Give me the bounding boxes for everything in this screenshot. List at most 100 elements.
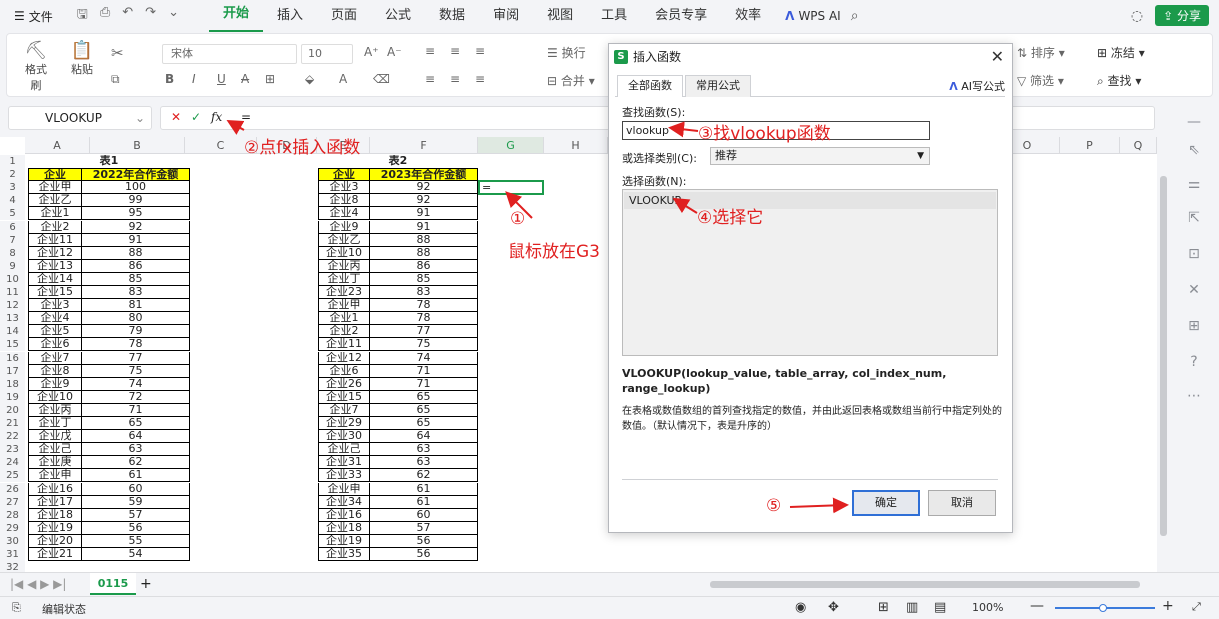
- tab-7[interactable]: 工具: [587, 0, 641, 32]
- cell[interactable]: 企业19: [28, 521, 82, 535]
- row-header[interactable]: 21: [0, 417, 25, 430]
- cell[interactable]: 72: [82, 390, 190, 404]
- cell[interactable]: 79: [82, 325, 190, 339]
- find-button[interactable]: ⌕ 查找 ▾: [1097, 72, 1141, 89]
- cell[interactable]: 64: [82, 430, 190, 444]
- eraser-icon[interactable]: ⌫: [373, 72, 390, 86]
- search-icon[interactable]: ⌕: [851, 8, 859, 24]
- cell[interactable]: 63: [370, 456, 478, 470]
- row-header[interactable]: 2: [0, 168, 25, 182]
- row-header[interactable]: 15: [0, 338, 25, 352]
- zoom-level[interactable]: 100%: [972, 601, 1003, 614]
- cell[interactable]: 59: [82, 495, 190, 509]
- align-middle-icon[interactable]: ≡: [450, 44, 460, 58]
- zoom-slider[interactable]: [1055, 604, 1155, 612]
- row-header[interactable]: 14: [0, 325, 25, 339]
- underline-icon[interactable]: U: [217, 72, 226, 86]
- row-header[interactable]: 26: [0, 482, 25, 496]
- normal-view-icon[interactable]: ⊞: [878, 600, 889, 615]
- row-header[interactable]: 25: [0, 469, 25, 483]
- cell[interactable]: 企业12: [28, 246, 82, 260]
- cell[interactable]: 企业2: [28, 220, 82, 234]
- tab-9[interactable]: 效率: [721, 0, 775, 32]
- cell[interactable]: 61: [82, 469, 190, 483]
- sheet-tab-0115[interactable]: 0115: [90, 573, 136, 595]
- cell[interactable]: 57: [82, 508, 190, 522]
- row-header[interactable]: 17: [0, 364, 25, 378]
- cell[interactable]: 83: [82, 286, 190, 299]
- cell[interactable]: 88: [82, 246, 190, 260]
- border-icon[interactable]: ⊞: [265, 72, 275, 86]
- row-header[interactable]: 20: [0, 403, 25, 417]
- font-color-icon[interactable]: A: [339, 72, 347, 86]
- cell[interactable]: 65: [82, 417, 190, 430]
- cell[interactable]: 86: [82, 259, 190, 273]
- zoom-in-icon[interactable]: +: [1162, 598, 1174, 614]
- cell[interactable]: 企业丁: [318, 272, 370, 286]
- row-header[interactable]: 22: [0, 430, 25, 444]
- page-break-icon[interactable]: ▤: [934, 600, 946, 615]
- cell[interactable]: 91: [370, 220, 478, 234]
- function-list[interactable]: VLOOKUP: [622, 189, 998, 356]
- cell[interactable]: 56: [370, 548, 478, 561]
- cell[interactable]: 92: [370, 194, 478, 208]
- cell[interactable]: 企业15: [28, 286, 82, 299]
- cell[interactable]: 企业17: [28, 495, 82, 509]
- cell[interactable]: 75: [82, 364, 190, 378]
- share-button[interactable]: ⇪ 分享: [1155, 5, 1209, 26]
- cell[interactable]: 企业7: [318, 403, 370, 417]
- row-header[interactable]: 32: [0, 561, 25, 572]
- cell[interactable]: 64: [370, 430, 478, 444]
- macro-icon[interactable]: ⎘: [12, 601, 21, 615]
- tab-2[interactable]: 页面: [317, 0, 371, 32]
- cell[interactable]: 企业甲: [28, 181, 82, 195]
- merge-cells-button[interactable]: ⊟ 合并 ▾: [547, 72, 595, 89]
- cell[interactable]: 企业19: [318, 534, 370, 548]
- bold-icon[interactable]: B: [165, 72, 174, 86]
- row-header[interactable]: 1: [0, 155, 25, 168]
- cell[interactable]: 企业26: [318, 377, 370, 391]
- tab-3[interactable]: 公式: [371, 0, 425, 32]
- cell[interactable]: 企业10: [318, 246, 370, 260]
- comment-icon[interactable]: ◌: [1131, 8, 1143, 24]
- freeze-button[interactable]: ⊞ 冻结 ▾: [1097, 44, 1145, 61]
- col-header-Q[interactable]: Q: [1120, 137, 1157, 154]
- cell[interactable]: 99: [82, 194, 190, 208]
- cell[interactable]: 61: [370, 482, 478, 496]
- cell[interactable]: 企业6: [318, 364, 370, 378]
- tab-4[interactable]: 数据: [425, 0, 479, 32]
- cell[interactable]: 企业乙: [318, 233, 370, 247]
- redo-icon[interactable]: ↷: [145, 5, 156, 27]
- cell[interactable]: 81: [82, 299, 190, 313]
- sheet-nav-icons[interactable]: |◀ ◀ ▶ ▶|: [10, 577, 66, 591]
- file-menu[interactable]: ☰ 文件: [14, 8, 53, 25]
- row-header[interactable]: 7: [0, 233, 25, 247]
- cell[interactable]: 92: [82, 220, 190, 234]
- tools-icon[interactable]: ✕: [1184, 282, 1204, 302]
- insert-function-icon[interactable]: fx: [211, 110, 222, 124]
- row-header[interactable]: 11: [0, 286, 25, 299]
- cell[interactable]: 企业3: [28, 299, 82, 313]
- table1-title[interactable]: 表1: [28, 155, 190, 168]
- sort-button[interactable]: ⇅ 排序 ▾: [1017, 44, 1065, 61]
- cell[interactable]: 企业丙: [28, 403, 82, 417]
- align-bottom-icon[interactable]: ≡: [475, 44, 485, 58]
- cell[interactable]: 55: [82, 534, 190, 548]
- cell[interactable]: 75: [370, 338, 478, 352]
- cell[interactable]: 企业18: [318, 521, 370, 535]
- cell[interactable]: 54: [82, 548, 190, 561]
- cell[interactable]: 2023年合作金额: [370, 168, 478, 182]
- cell[interactable]: 63: [82, 443, 190, 457]
- ai-formula-button[interactable]: Ʌ AI写公式: [949, 78, 1005, 94]
- cell[interactable]: 企业己: [318, 443, 370, 457]
- col-header-B[interactable]: B: [90, 137, 185, 154]
- row-header[interactable]: 28: [0, 508, 25, 522]
- row-header[interactable]: 13: [0, 312, 25, 326]
- cell[interactable]: 企业15: [318, 390, 370, 404]
- row-header[interactable]: 8: [0, 246, 25, 260]
- align-left-icon[interactable]: ≡: [425, 72, 435, 86]
- cell[interactable]: 61: [370, 495, 478, 509]
- row-header[interactable]: 27: [0, 495, 25, 509]
- align-center-icon[interactable]: ≡: [450, 72, 460, 86]
- cell[interactable]: 企业8: [28, 364, 82, 378]
